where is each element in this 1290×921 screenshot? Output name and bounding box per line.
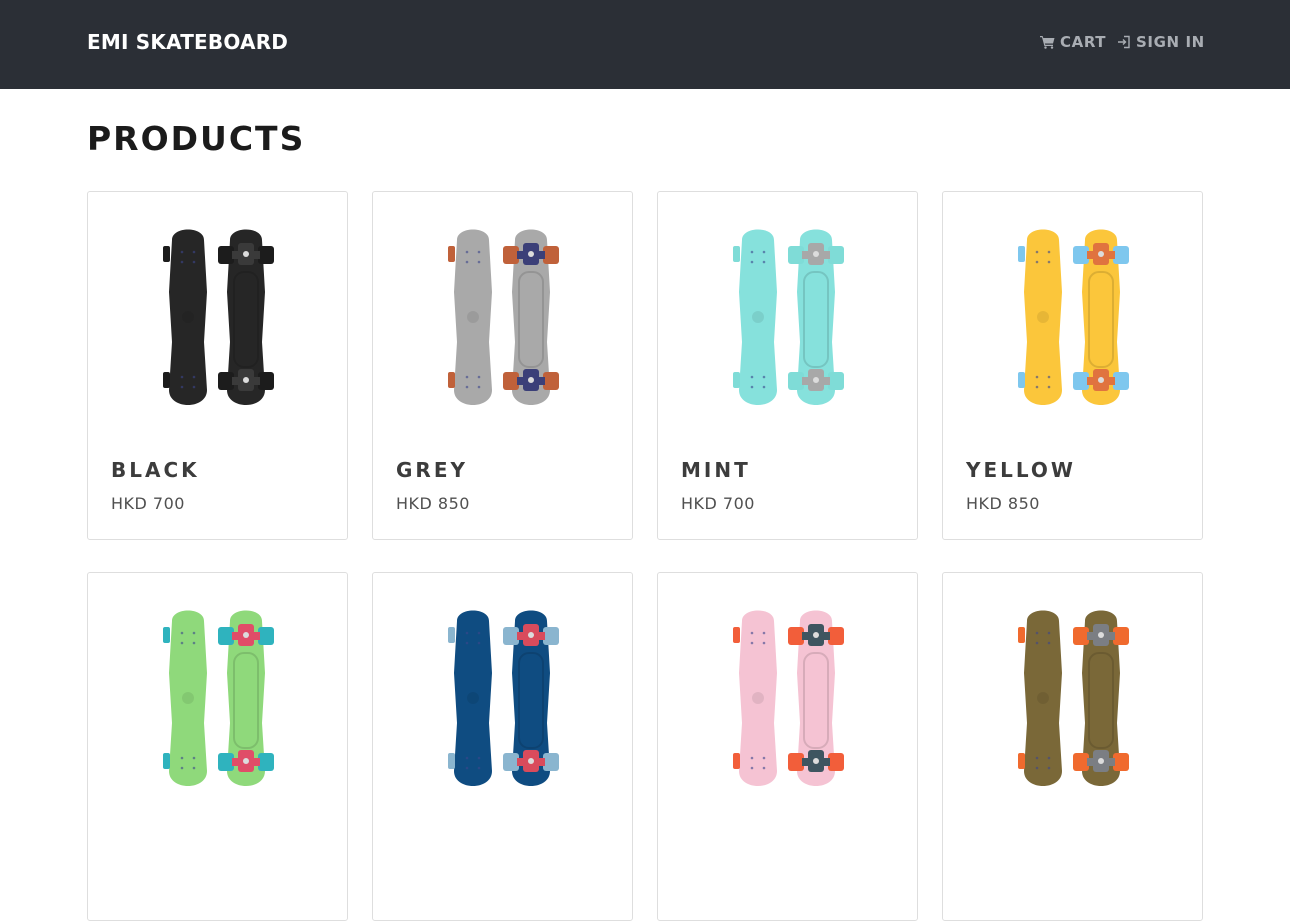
product-image[interactable] [373, 603, 632, 803]
sign-in-label: SIGN IN [1136, 33, 1205, 51]
brand-logo-link[interactable]: EMI SKATEBOARD [87, 30, 288, 54]
sign-in-link[interactable]: SIGN IN [1117, 33, 1205, 51]
product-card[interactable]: MINT HKD 700 [657, 191, 918, 540]
product-card[interactable] [87, 572, 348, 921]
sign-in-icon [1117, 35, 1131, 49]
cart-label: CART [1060, 33, 1107, 51]
page-title: PRODUCTS [87, 119, 306, 158]
product-price: HKD 700 [111, 494, 185, 513]
product-image[interactable] [88, 222, 347, 422]
product-name[interactable]: YELLOW [966, 458, 1076, 482]
product-card[interactable] [372, 572, 633, 921]
product-name[interactable]: GREY [396, 458, 468, 482]
product-card[interactable] [942, 572, 1203, 921]
product-image[interactable] [943, 222, 1202, 422]
product-name[interactable]: MINT [681, 458, 751, 482]
cart-link[interactable]: CART [1040, 33, 1106, 51]
product-name[interactable]: BLACK [111, 458, 200, 482]
product-card[interactable]: YELLOW HKD 850 [942, 191, 1203, 540]
product-image[interactable] [88, 603, 347, 803]
product-price: HKD 850 [966, 494, 1040, 513]
product-image[interactable] [373, 222, 632, 422]
product-image[interactable] [943, 603, 1202, 803]
top-navbar: EMI SKATEBOARD CART SIGN IN [0, 0, 1290, 89]
product-card[interactable]: BLACK HKD 700 [87, 191, 348, 540]
cart-icon [1040, 35, 1055, 49]
product-price: HKD 700 [681, 494, 755, 513]
product-image[interactable] [658, 222, 917, 422]
product-card[interactable]: GREY HKD 850 [372, 191, 633, 540]
product-image[interactable] [658, 603, 917, 803]
product-price: HKD 850 [396, 494, 470, 513]
product-card[interactable] [657, 572, 918, 921]
